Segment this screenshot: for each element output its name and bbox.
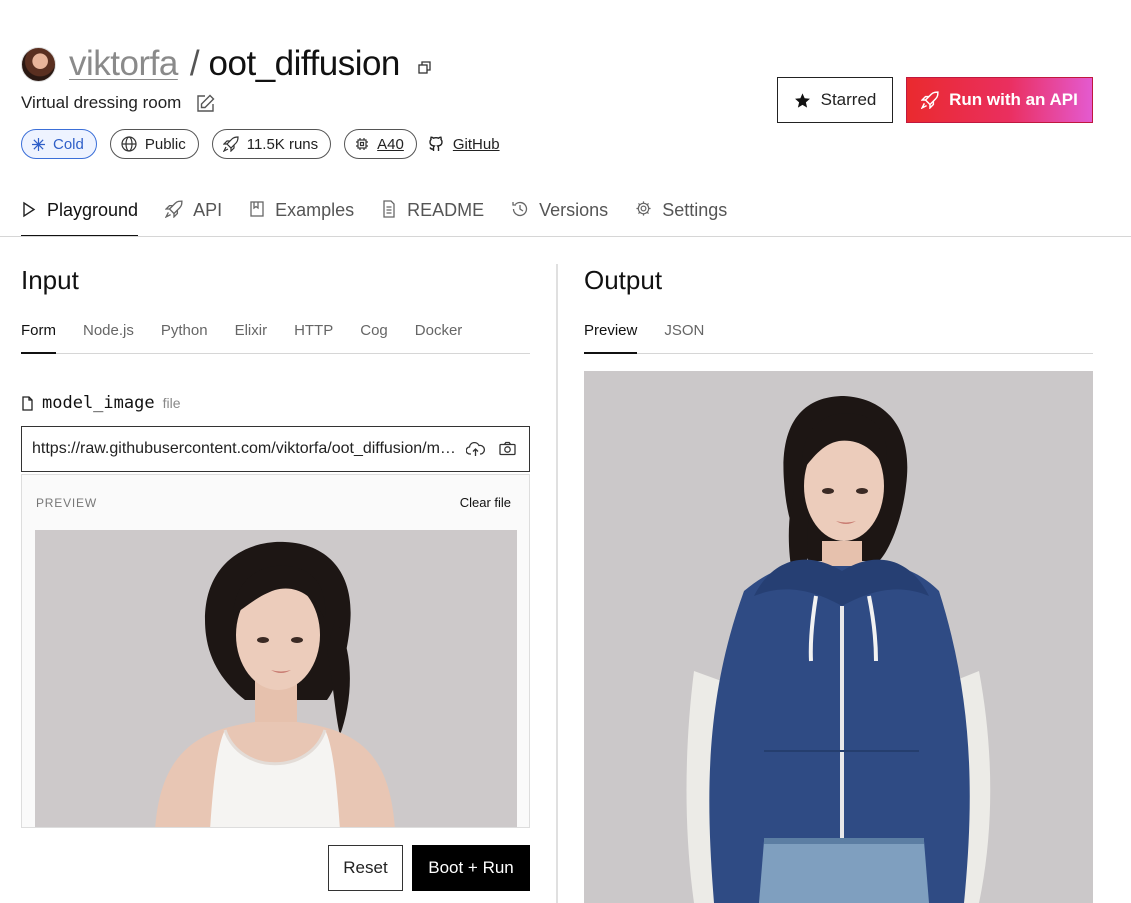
- github-icon: [429, 136, 443, 151]
- status-badge: Cold: [21, 129, 97, 159]
- model-description: Virtual dressing room: [21, 93, 182, 112]
- star-icon: [794, 92, 810, 108]
- github-link[interactable]: GitHub: [427, 135, 500, 153]
- boot-run-button[interactable]: Boot + Run: [412, 845, 530, 891]
- preview-label: PREVIEW: [36, 496, 97, 510]
- panel-separator: [556, 264, 558, 903]
- model-name: oot_diffusion: [208, 44, 401, 83]
- bookmark-icon: [250, 201, 264, 217]
- output-tabs: Preview JSON: [584, 318, 1093, 354]
- status-label: Cold: [53, 135, 84, 153]
- hardware-badge[interactable]: A40: [344, 129, 417, 159]
- tab-docker[interactable]: Docker: [415, 318, 463, 354]
- visibility-badge: Public: [109, 129, 199, 159]
- runs-badge: 11.5K runs: [211, 129, 332, 159]
- tab-label: Examples: [275, 200, 355, 220]
- tab-playground[interactable]: Playground: [21, 190, 139, 237]
- api-button-label: Run with an API: [949, 90, 1078, 109]
- tab-readme[interactable]: README: [381, 190, 484, 237]
- camera-icon[interactable]: [499, 441, 516, 456]
- model-image-label: model_image file: [21, 393, 181, 413]
- visibility-label: Public: [144, 135, 186, 153]
- field-type: file: [162, 395, 181, 411]
- play-icon: [23, 201, 36, 218]
- tab-examples[interactable]: Examples: [249, 190, 354, 237]
- model-image-url[interactable]: https://raw.githubusercontent.com/viktor…: [32, 440, 456, 458]
- owner-link[interactable]: viktorfa: [69, 44, 178, 84]
- upload-cloud-icon[interactable]: [466, 441, 485, 457]
- input-model-image: [35, 530, 517, 827]
- starred-button[interactable]: Starred: [777, 77, 893, 123]
- path-separator: /: [189, 44, 200, 83]
- tab-label: README: [407, 200, 485, 220]
- tab-elixir[interactable]: Elixir: [235, 318, 268, 354]
- file-preview: PREVIEW Clear file: [21, 474, 530, 828]
- reset-button[interactable]: Reset: [328, 845, 403, 891]
- github-label: GitHub: [452, 135, 500, 153]
- tab-label: API: [193, 200, 223, 220]
- tabs-divider: [0, 236, 1131, 237]
- tab-settings[interactable]: Settings: [635, 190, 727, 237]
- copy-icon[interactable]: [418, 61, 432, 75]
- hardware-label: A40: [377, 135, 404, 153]
- description-row: Virtual dressing room: [21, 91, 215, 115]
- tab-versions[interactable]: Versions: [511, 190, 608, 237]
- snowflake-icon: [32, 137, 45, 151]
- tab-label: Settings: [662, 200, 728, 220]
- clear-file-button[interactable]: Clear file: [460, 495, 511, 510]
- rocket-icon: [222, 136, 239, 152]
- owner-avatar[interactable]: [21, 46, 56, 82]
- tab-http[interactable]: HTTP: [294, 318, 333, 354]
- edit-icon[interactable]: [196, 94, 215, 113]
- history-icon: [512, 201, 528, 217]
- main-tabs: Playground API Examples README Versions …: [21, 190, 754, 237]
- gear-icon: [636, 201, 651, 216]
- tab-cog[interactable]: Cog: [360, 318, 388, 354]
- tab-api[interactable]: API: [165, 190, 222, 237]
- run-with-api-button[interactable]: Run with an API: [906, 77, 1093, 123]
- tab-json[interactable]: JSON: [664, 318, 704, 354]
- field-name: model_image: [42, 393, 155, 413]
- file-icon: [22, 395, 33, 411]
- model-header: viktorfa / oot_diffusion: [21, 42, 432, 86]
- model-image-input[interactable]: https://raw.githubusercontent.com/viktor…: [21, 426, 530, 472]
- tab-preview[interactable]: Preview: [584, 318, 638, 354]
- tab-label: Playground: [47, 200, 139, 220]
- chip-icon: [356, 138, 369, 150]
- globe-icon: [121, 136, 137, 152]
- output-title: Output: [584, 265, 663, 295]
- document-icon: [383, 200, 395, 218]
- output-image: [584, 371, 1093, 903]
- tab-nodejs[interactable]: Node.js: [83, 318, 134, 354]
- input-tabs: Form Node.js Python Elixir HTTP Cog Dock…: [21, 318, 530, 354]
- tab-form[interactable]: Form: [21, 318, 56, 354]
- rocket-icon: [921, 91, 939, 109]
- tab-python[interactable]: Python: [161, 318, 208, 354]
- tab-label: Versions: [539, 200, 609, 220]
- starred-label: Starred: [820, 90, 877, 109]
- rocket-icon: [165, 200, 183, 218]
- input-actions: [466, 441, 516, 457]
- input-title: Input: [21, 265, 79, 295]
- runs-label: 11.5K runs: [246, 135, 319, 153]
- badge-row: Cold Public 11.5K runs A40 GitHub: [21, 129, 500, 159]
